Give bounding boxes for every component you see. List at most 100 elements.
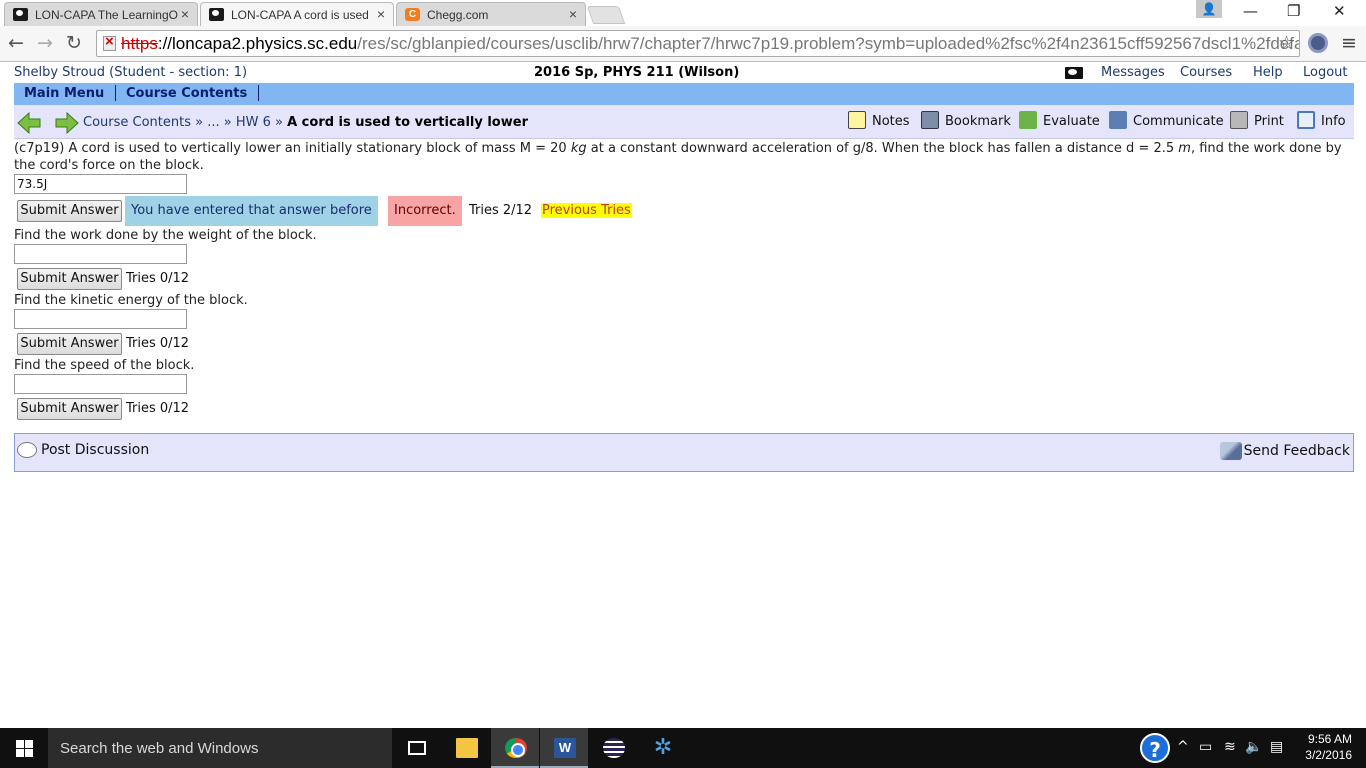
course-title: 2016 Sp, PHYS 211 (Wilson) (534, 65, 740, 80)
profile-icon[interactable]: 👤 (1196, 0, 1222, 18)
chrome-icon (505, 738, 527, 758)
feedback-icon (1219, 442, 1242, 460)
sync-taskbar-button[interactable]: ✲ (638, 728, 686, 768)
menu-divider (258, 85, 259, 101)
eclipse-icon (603, 738, 625, 758)
info-tool[interactable]: Info (1297, 110, 1346, 129)
tab-loncapa-cord[interactable]: LON-CAPA A cord is used × (200, 2, 394, 26)
url-path: /res/sc/gblanpied/courses/usclib/hrw7/ch… (357, 34, 1300, 53)
task-view-button[interactable] (392, 728, 440, 768)
close-window-button[interactable]: ✕ (1333, 2, 1346, 20)
back-button[interactable]: ← (8, 32, 24, 54)
forward-arrow-icon[interactable] (54, 111, 80, 135)
volume-icon[interactable]: 🔈 (1245, 739, 1262, 755)
course-contents-link[interactable]: Course Contents (126, 86, 247, 101)
chrome-menu-icon[interactable]: ≡ (1341, 32, 1357, 54)
task-view-icon (408, 741, 426, 755)
submit-answer-button-part4[interactable]: Submit Answer (17, 398, 122, 420)
evaluate-icon (1019, 110, 1037, 129)
tool-label: Info (1321, 114, 1346, 129)
messages-link[interactable]: Messages (1101, 65, 1165, 80)
wifi-icon[interactable]: ≋ (1224, 739, 1236, 755)
main-menu-bar: Main Menu Course Contents (14, 83, 1354, 105)
tab-loncapa-learning[interactable]: LON-CAPA The LearningO × (4, 2, 198, 26)
notes-icon (848, 110, 866, 129)
messages-icon[interactable] (1065, 67, 1083, 79)
send-feedback-link[interactable]: Send Feedback (1219, 442, 1350, 460)
print-tool[interactable]: Print (1230, 110, 1284, 129)
minimize-button[interactable]: — (1243, 2, 1258, 20)
close-icon[interactable]: × (569, 6, 577, 22)
submit-answer-button-part2[interactable]: Submit Answer (17, 268, 122, 290)
windows-taskbar: Search the web and Windows W ✲ ? ^ ▭ ≋ 🔈… (0, 728, 1366, 768)
url-domain: ://loncapa2.physics.sc.edu (157, 34, 358, 53)
word-icon: W (554, 738, 576, 758)
system-clock[interactable]: 9:56 AM 3/2/2016 (1290, 731, 1352, 763)
answer-input-part2[interactable] (14, 244, 187, 264)
new-tab-button[interactable] (586, 6, 626, 24)
submit-answer-button-part1[interactable]: Submit Answer (17, 200, 122, 222)
bookmark-tool[interactable]: Bookmark (921, 110, 1011, 129)
word-taskbar-button[interactable]: W (540, 728, 588, 768)
maximize-button[interactable]: ❐ (1287, 2, 1300, 20)
forward-button[interactable]: → (37, 32, 53, 54)
start-button[interactable] (0, 728, 48, 768)
evaluate-tool[interactable]: Evaluate (1019, 110, 1100, 129)
problem-question: (c7p19) A cord is used to vertically low… (14, 140, 1354, 174)
eclipse-taskbar-button[interactable] (589, 728, 637, 768)
windows-logo-icon (16, 749, 24, 757)
answer-input-part3[interactable] (14, 309, 187, 329)
extension-icon[interactable] (1308, 33, 1328, 53)
breadcrumb-path[interactable]: Course Contents » ... » HW 6 » (83, 115, 283, 130)
windows-logo-icon (16, 740, 24, 748)
answer-input-part4[interactable] (14, 374, 187, 394)
user-bar: Shelby Stroud (Student - section: 1) 201… (14, 65, 1354, 83)
reload-button[interactable]: ↻ (66, 32, 82, 54)
tool-label: Bookmark (945, 114, 1011, 129)
main-menu-link[interactable]: Main Menu (24, 86, 104, 101)
communicate-tool[interactable]: Communicate (1109, 110, 1224, 129)
file-explorer-button[interactable] (442, 728, 490, 768)
tab-chegg[interactable]: C Chegg.com × (396, 2, 586, 26)
close-icon[interactable]: × (181, 6, 189, 22)
question-text: (c7p19) A cord is used to vertically low… (14, 141, 571, 156)
sync-icon: ✲ (653, 735, 673, 760)
url-protocol: https (121, 34, 158, 53)
incorrect-message: Incorrect. (388, 196, 462, 226)
address-bar[interactable]: https://loncapa2.physics.sc.edu/res/sc/g… (96, 30, 1300, 57)
chrome-taskbar-button[interactable] (491, 728, 539, 768)
tab-title: LON-CAPA A cord is used (231, 8, 369, 22)
help-icon[interactable]: ? (1140, 733, 1170, 763)
notifications-icon[interactable]: ▤ (1270, 739, 1283, 755)
post-discussion-label: Post Discussion (41, 442, 150, 458)
tray-chevron-icon[interactable]: ^ (1177, 739, 1189, 755)
tool-label: Communicate (1133, 114, 1224, 129)
tab-title: LON-CAPA The LearningO (35, 8, 178, 22)
taskbar-search[interactable]: Search the web and Windows (48, 728, 392, 768)
question-unit: kg (570, 141, 587, 156)
notes-tool[interactable]: Notes (848, 110, 910, 129)
tries-count: Tries 0/12 (126, 271, 190, 286)
windows-logo-icon (25, 749, 33, 757)
breadcrumb-bar: Course Contents » ... » HW 6 » A cord is… (14, 105, 1354, 139)
post-discussion-link[interactable]: Post Discussion (17, 442, 149, 458)
entered-before-message: You have entered that answer before (125, 196, 378, 226)
previous-tries-link[interactable]: Previous Tries (541, 203, 632, 218)
close-icon[interactable]: × (377, 6, 385, 22)
back-arrow-icon[interactable] (16, 111, 42, 135)
help-link[interactable]: Help (1253, 65, 1283, 80)
breadcrumb-current: A cord is used to vertically lower (287, 115, 528, 130)
battery-icon[interactable]: ▭ (1199, 739, 1212, 755)
courses-link[interactable]: Courses (1180, 65, 1232, 80)
logout-link[interactable]: Logout (1303, 65, 1348, 80)
tool-label: Notes (872, 114, 910, 129)
part3-prompt: Find the kinetic energy of the block. (14, 293, 248, 308)
info-icon (1297, 110, 1315, 129)
answer-input-part1[interactable] (14, 174, 187, 194)
communicate-icon (1109, 110, 1127, 129)
bookmark-star-icon[interactable]: ☆ (1278, 32, 1295, 55)
submit-answer-button-part3[interactable]: Submit Answer (17, 333, 122, 355)
clock-time: 9:56 AM (1307, 732, 1352, 746)
breadcrumb: Course Contents » ... » HW 6 » A cord is… (83, 115, 528, 130)
folder-icon (456, 738, 478, 758)
